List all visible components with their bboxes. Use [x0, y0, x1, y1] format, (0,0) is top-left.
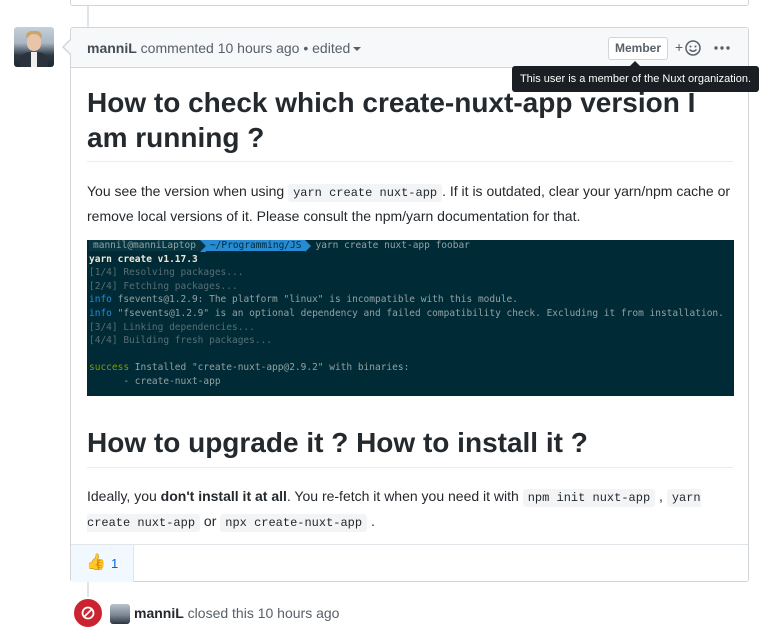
reactions-bar: 👍 1 [71, 544, 748, 582]
reaction-count: 1 [111, 556, 119, 571]
heading-divider [87, 161, 733, 162]
text: . You re-fetch it when you need it with [286, 488, 523, 504]
meta-separator: • [303, 40, 309, 56]
terminal-text: Installed "create-nuxt-app@2.9.2" with b… [129, 362, 410, 374]
terminal-command: yarn create nuxt-app foobar [315, 240, 470, 251]
comment-timestamp[interactable]: 10 hours ago [218, 40, 300, 56]
smiley-icon [685, 40, 701, 56]
prompt-path: ~/Programming/JS [205, 240, 306, 251]
circle-slash-icon [81, 606, 95, 620]
kebab-horizontal-icon [714, 46, 730, 50]
terminal-line: [2/4] Fetching packages... [89, 280, 238, 292]
terminal-line: - create-nuxt-app [89, 375, 221, 387]
closed-badge [72, 597, 104, 629]
comment-author[interactable]: manniL [87, 40, 137, 56]
member-badge[interactable]: Member [608, 37, 669, 60]
success-label: success [89, 362, 130, 374]
paragraph-check-version: You see the version when using yarn crea… [87, 180, 733, 228]
previous-comment-card [70, 0, 749, 6]
heading-check-version: How to check which create-nuxt-app versi… [87, 87, 696, 153]
terminal-line: info "fsevents@1.2.9" is an optional dep… [89, 307, 732, 321]
heading-upgrade-install: How to upgrade it ? How to install it ? [87, 427, 588, 458]
terminal-line: yarn create v1.17.3 [89, 253, 198, 265]
author-avatar-small[interactable] [110, 604, 130, 624]
timeline-connector [87, 6, 89, 27]
text: You see the version when using [87, 183, 289, 199]
terminal-line: info fsevents@1.2.9: The platform "linux… [89, 293, 732, 307]
terminal-line: [3/4] Linking dependencies... [89, 321, 255, 333]
info-label: info [89, 307, 112, 319]
event-description: closed this 10 hours ago [187, 605, 340, 621]
add-reaction-button[interactable]: + [675, 38, 705, 58]
edited-label: edited [312, 40, 351, 56]
prompt-arrow-icon [305, 240, 312, 252]
text: or [200, 513, 221, 529]
comment-action: commented [140, 40, 214, 56]
chevron-down-icon [353, 47, 362, 52]
text: , [655, 488, 667, 504]
thumbs-up-reaction-button[interactable]: 👍 1 [71, 545, 134, 582]
heading-divider [87, 467, 733, 468]
comment-card: manniL commented 10 hours ago • edited M… [62, 27, 749, 582]
event-author[interactable]: manniL [134, 605, 184, 621]
prompt-user: mannil@manniLaptop [89, 240, 200, 251]
terminal-line: [4/4] Building fresh packages... [89, 335, 273, 347]
terminal-text: fsevents@1.2.9: The platform "linux" is … [111, 294, 518, 306]
terminal-line: [1/4] Resolving packages... [89, 267, 244, 279]
inline-code: npm init nuxt-app [522, 489, 656, 507]
closed-event: manniL closed this 10 hours ago [72, 597, 772, 629]
paragraph-upgrade-install: Ideally, you don't install it at all. Yo… [87, 485, 733, 535]
text: . [367, 513, 375, 529]
plus-label: + [675, 39, 684, 55]
comment-meta: manniL commented 10 hours ago • edited [87, 40, 362, 56]
member-tooltip: This user is a member of the Nuxt organi… [512, 61, 759, 92]
inline-code: npx create-nuxt-app [220, 514, 368, 532]
edited-dropdown[interactable]: edited [312, 40, 362, 56]
info-label: info [89, 294, 112, 306]
author-avatar[interactable] [14, 27, 54, 67]
more-options-button[interactable] [712, 37, 732, 57]
terminal-line: success Installed "create-nuxt-app@2.9.2… [89, 361, 732, 375]
bold-text: don't install it at all [160, 488, 287, 504]
terminal-text: "fsevents@1.2.9" is an optional dependen… [111, 307, 724, 319]
terminal-screenshot: mannil@manniLaptop ~/Programming/JS yarn c… [87, 240, 734, 396]
closed-event-text: manniL closed this 10 hours ago [134, 605, 339, 621]
inline-code: yarn create nuxt-app [288, 184, 443, 202]
text: Ideally, you [87, 488, 161, 504]
page-edge [767, 20, 770, 270]
thumbs-up-icon: 👍 [86, 554, 106, 571]
comment-header: manniL commented 10 hours ago • edited M… [71, 28, 748, 68]
